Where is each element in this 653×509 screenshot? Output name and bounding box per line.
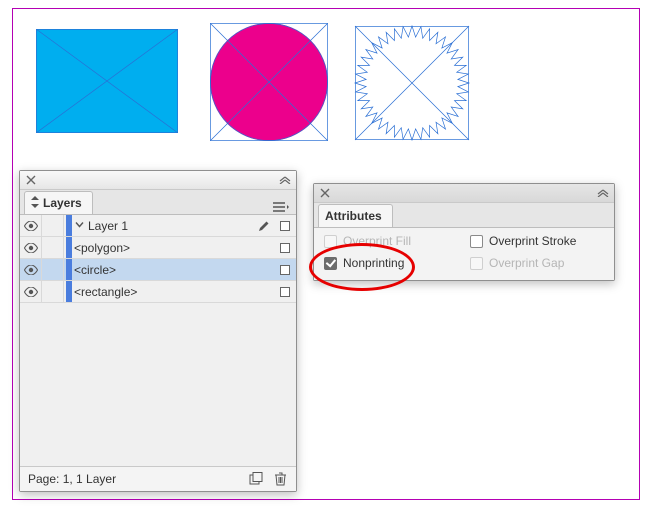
attr-overprint-fill: Overprint Fill [324, 234, 458, 248]
checkbox [470, 257, 483, 270]
collapse-icon[interactable] [278, 173, 292, 187]
selection-square[interactable] [280, 243, 290, 253]
panel-tabs: Attributes [314, 203, 614, 228]
tab-layers-label: Layers [43, 196, 82, 210]
new-layer-icon[interactable] [248, 471, 264, 487]
attr-overprint-stroke[interactable]: Overprint Stroke [470, 234, 604, 248]
trash-icon[interactable] [272, 471, 288, 487]
collapse-icon[interactable] [596, 186, 610, 200]
layers-panel: Layers Layer 1 [19, 170, 297, 492]
sort-icon [31, 196, 39, 211]
layers-empty-area [20, 303, 296, 466]
layer-color-strip [66, 259, 72, 280]
object-rectangle[interactable] [36, 29, 178, 133]
panel-menu-icon[interactable] [272, 200, 290, 214]
attr-label: Overprint Gap [489, 256, 564, 270]
layer-color-strip [66, 215, 72, 236]
object-polygon[interactable] [348, 19, 476, 147]
artboard: Layers Layer 1 [12, 8, 640, 500]
checkbox [324, 235, 337, 248]
layers-footer: Page: 1, 1 Layer [20, 466, 296, 491]
visibility-icon[interactable] [24, 221, 38, 231]
panel-title-bar[interactable] [20, 171, 296, 190]
pencil-icon[interactable] [258, 220, 270, 232]
panel-tabs: Layers [20, 190, 296, 215]
layer-row-circle[interactable]: <circle> [20, 259, 296, 281]
attributes-panel: Attributes Overprint Fill Overprint Stro… [313, 183, 615, 281]
layer-label: Layer 1 [88, 219, 128, 233]
attr-label: Overprint Fill [343, 234, 411, 248]
page-status: Page: 1, 1 Layer [28, 472, 116, 486]
visibility-icon[interactable] [24, 265, 38, 275]
attr-nonprinting[interactable]: Nonprinting [324, 256, 458, 270]
tab-layers[interactable]: Layers [24, 191, 93, 214]
tab-attributes-label: Attributes [325, 209, 382, 223]
checkbox[interactable] [324, 257, 337, 270]
layer-row-layer1[interactable]: Layer 1 [20, 215, 296, 237]
layer-row-rectangle[interactable]: <rectangle> [20, 281, 296, 303]
layers-list: Layer 1 <polygon> [20, 215, 296, 466]
close-icon[interactable] [318, 186, 332, 200]
selection-square[interactable] [280, 265, 290, 275]
attr-overprint-gap: Overprint Gap [470, 256, 604, 270]
object-label: <polygon> [74, 241, 130, 255]
object-circle[interactable] [210, 23, 328, 141]
layer-color-strip [66, 237, 72, 258]
layer-color-strip [66, 281, 72, 302]
attr-label: Overprint Stroke [489, 234, 576, 248]
visibility-icon[interactable] [24, 287, 38, 297]
checkbox[interactable] [470, 235, 483, 248]
selection-square[interactable] [280, 221, 290, 231]
chevron-down-icon[interactable] [74, 220, 84, 232]
selection-square[interactable] [280, 287, 290, 297]
layer-row-polygon[interactable]: <polygon> [20, 237, 296, 259]
panel-title-bar[interactable] [314, 184, 614, 203]
visibility-icon[interactable] [24, 243, 38, 253]
object-label: <circle> [74, 263, 116, 277]
tab-attributes[interactable]: Attributes [318, 204, 393, 227]
close-icon[interactable] [24, 173, 38, 187]
object-label: <rectangle> [74, 285, 137, 299]
attr-label: Nonprinting [343, 256, 404, 270]
